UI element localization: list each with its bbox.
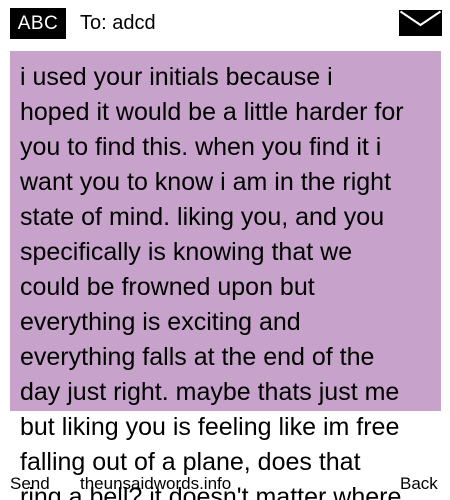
- compose-header: ABC To: adcd: [0, 0, 450, 46]
- envelope-icon: [399, 10, 442, 36]
- send-softkey[interactable]: Send: [10, 474, 50, 494]
- message-text[interactable]: i used your initials because i hoped it …: [20, 60, 433, 500]
- recipient-field[interactable]: To: adcd: [80, 10, 156, 36]
- softkey-bar: Send theunsaidwords.info Back: [0, 474, 450, 500]
- message-editor[interactable]: i used your initials because i hoped it …: [10, 51, 441, 500]
- back-softkey[interactable]: Back: [400, 474, 438, 494]
- input-mode-indicator[interactable]: ABC: [10, 8, 66, 39]
- watermark-text: theunsaidwords.info: [80, 474, 232, 493]
- phone-compose-screen: ABC To: adcd i used your initials becaus…: [0, 0, 450, 500]
